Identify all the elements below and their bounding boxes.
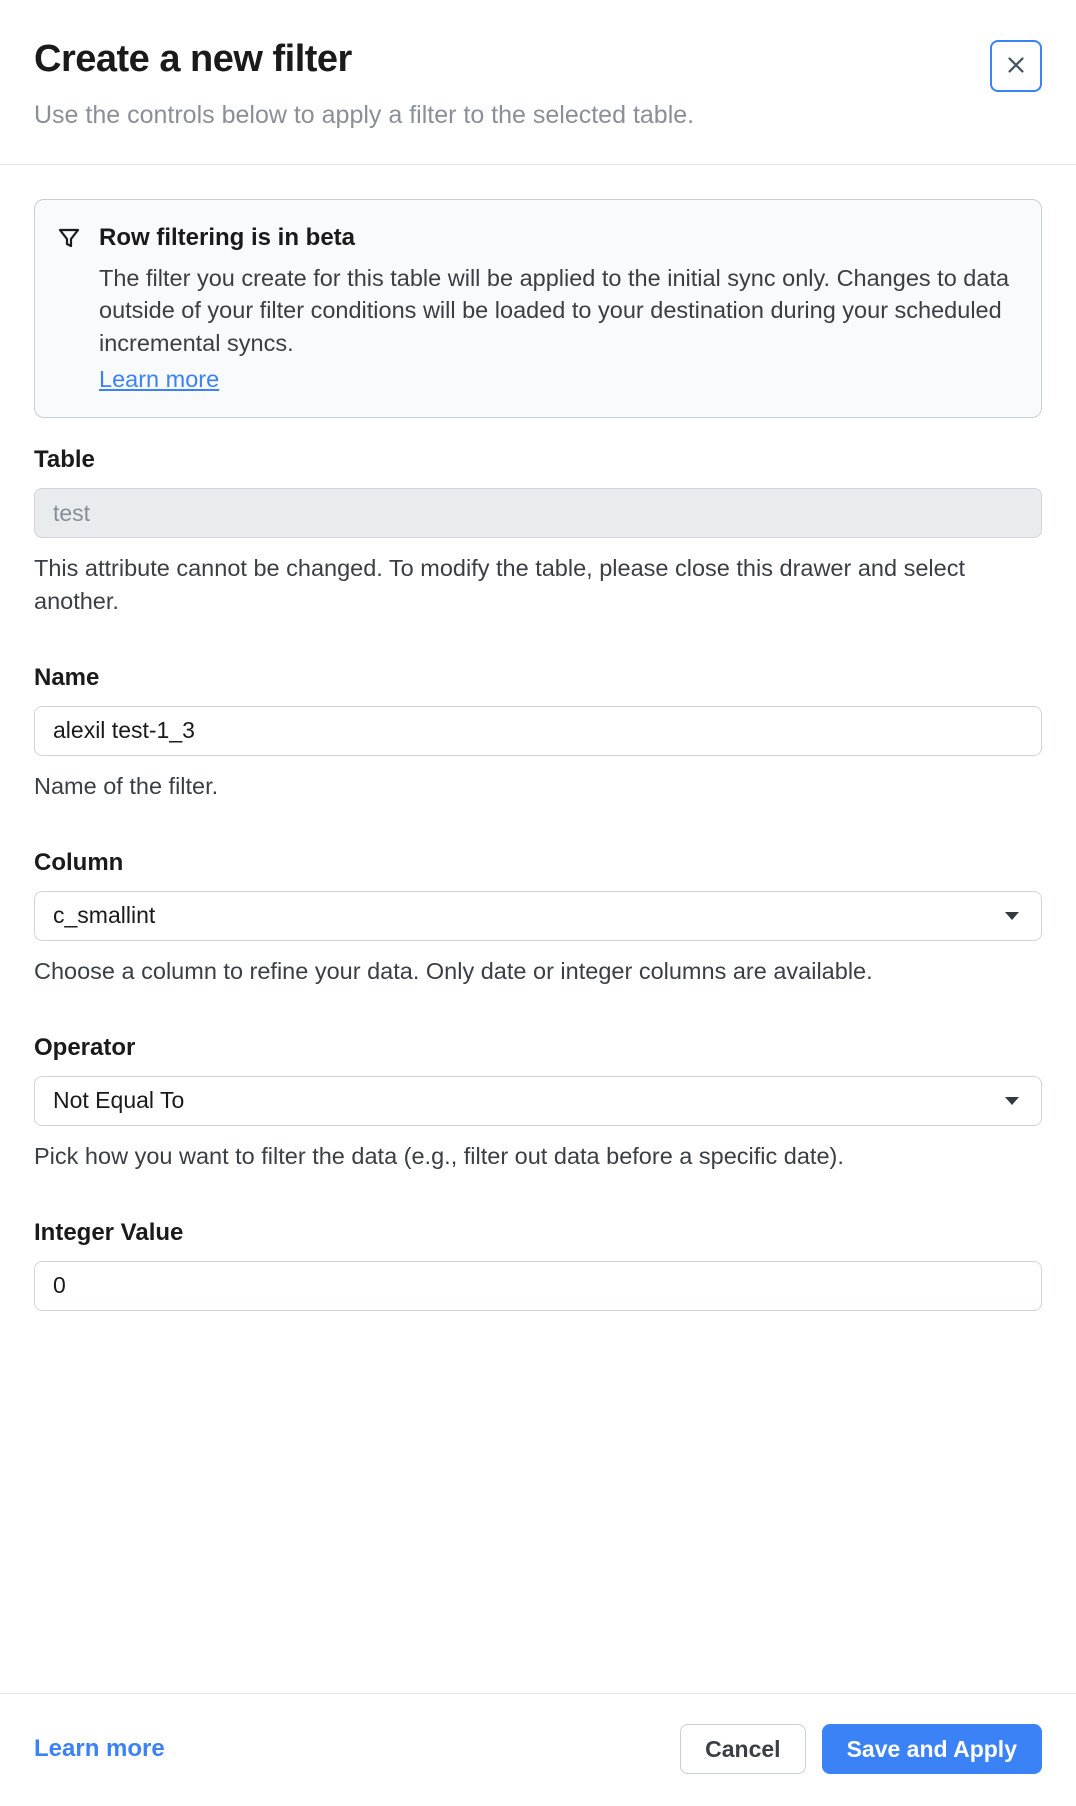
cancel-button[interactable]: Cancel (680, 1724, 805, 1774)
operator-label: Operator (34, 1034, 1042, 1062)
filter-icon (57, 224, 81, 394)
integer-value-input-wrapper (34, 1261, 1042, 1311)
caret-down-icon (1005, 912, 1019, 920)
table-label: Table (34, 446, 1042, 474)
drawer-title: Create a new filter (34, 38, 694, 81)
close-button[interactable] (990, 40, 1042, 92)
footer-learn-more-link[interactable]: Learn more (34, 1735, 165, 1763)
drawer-footer: Learn more Cancel Save and Apply (0, 1693, 1076, 1806)
operator-group: Operator Not Equal To Pick how you want … (34, 1034, 1042, 1173)
drawer-body: Row filtering is in beta The filter you … (0, 165, 1076, 1311)
beta-notice-body: The filter you create for this table wil… (99, 262, 1013, 361)
column-value: c_smallint (53, 902, 155, 929)
cancel-button-label: Cancel (705, 1736, 780, 1763)
beta-notice-learn-more-link[interactable]: Learn more (99, 366, 219, 392)
caret-down-icon (1005, 1097, 1019, 1105)
column-help: Choose a column to refine your data. Onl… (34, 955, 1042, 988)
drawer-subtitle: Use the controls below to apply a filter… (34, 99, 694, 132)
table-help: This attribute cannot be changed. To mod… (34, 552, 1042, 618)
column-select[interactable]: c_smallint (34, 891, 1042, 941)
table-group: Table test This attribute cannot be chan… (34, 446, 1042, 618)
header-text: Create a new filter Use the controls bel… (34, 38, 694, 132)
beta-notice-title: Row filtering is in beta (99, 224, 1013, 252)
integer-value-input[interactable] (53, 1262, 1023, 1310)
name-input-wrapper (34, 706, 1042, 756)
integer-value-group: Integer Value (34, 1219, 1042, 1311)
drawer-header: Create a new filter Use the controls bel… (0, 0, 1076, 165)
name-group: Name Name of the filter. (34, 664, 1042, 803)
beta-notice: Row filtering is in beta The filter you … (34, 199, 1042, 419)
footer-buttons: Cancel Save and Apply (680, 1724, 1042, 1774)
operator-select[interactable]: Not Equal To (34, 1076, 1042, 1126)
name-help: Name of the filter. (34, 770, 1042, 803)
table-value: test (53, 500, 90, 527)
column-label: Column (34, 849, 1042, 877)
save-and-apply-button[interactable]: Save and Apply (822, 1724, 1042, 1774)
save-button-label: Save and Apply (847, 1736, 1017, 1763)
operator-value: Not Equal To (53, 1087, 184, 1114)
close-icon (1005, 54, 1027, 79)
integer-value-label: Integer Value (34, 1219, 1042, 1247)
column-group: Column c_smallint Choose a column to ref… (34, 849, 1042, 988)
table-input: test (34, 488, 1042, 538)
name-label: Name (34, 664, 1042, 692)
operator-help: Pick how you want to filter the data (e.… (34, 1140, 1042, 1173)
name-input[interactable] (53, 707, 1023, 755)
beta-notice-content: Row filtering is in beta The filter you … (99, 224, 1013, 394)
